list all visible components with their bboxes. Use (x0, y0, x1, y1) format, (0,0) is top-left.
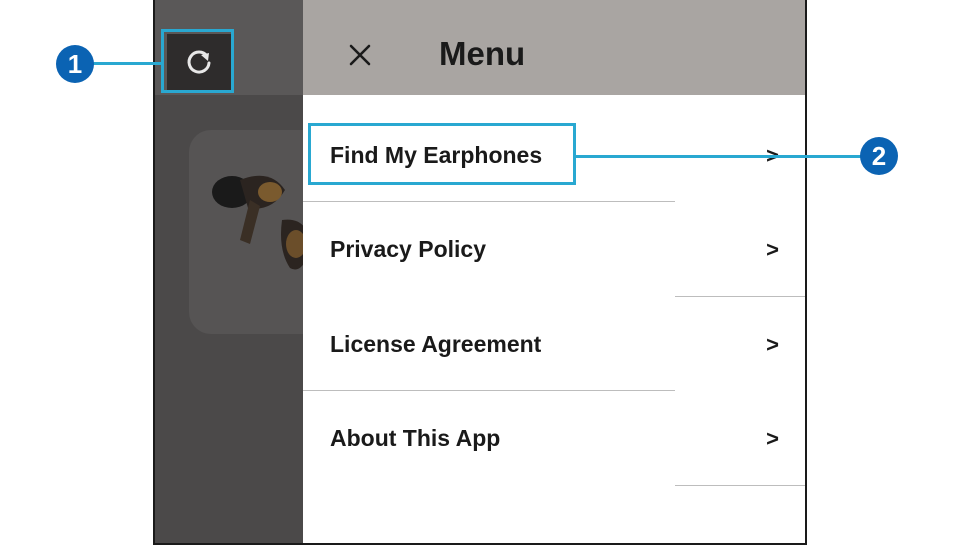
close-menu-button[interactable] (343, 38, 377, 72)
find-my-earphones-highlight-frame (308, 123, 576, 185)
menu-drawer: Menu Find My Earphones > Privacy Policy … (303, 0, 805, 543)
menu-item-label: About This App (330, 425, 501, 451)
phone-screen: Menu Find My Earphones > Privacy Policy … (153, 0, 807, 545)
annotated-screenshot: Menu Find My Earphones > Privacy Policy … (0, 0, 958, 546)
divider (675, 485, 805, 486)
callout-badge-2: 2 (860, 137, 898, 175)
callout-leader-line (574, 155, 862, 158)
menu-title: Menu (439, 35, 526, 72)
refresh-highlight-frame (161, 29, 234, 93)
callout-leader-line (92, 62, 162, 65)
chevron-right-icon: > (766, 237, 779, 262)
menu-item-privacy-policy[interactable]: Privacy Policy > (303, 202, 805, 296)
chevron-right-icon: > (766, 332, 779, 357)
menu-header: Menu (303, 0, 805, 95)
menu-item-label: Privacy Policy (330, 236, 486, 262)
chevron-right-icon: > (766, 426, 779, 451)
menu-item-label: License Agreement (330, 331, 542, 357)
close-icon (349, 44, 371, 66)
menu-item-about-this-app[interactable]: About This App > (303, 391, 805, 485)
earphones-icon (212, 175, 310, 270)
menu-item-license-agreement[interactable]: License Agreement > (303, 297, 805, 391)
callout-badge-1: 1 (56, 45, 94, 83)
